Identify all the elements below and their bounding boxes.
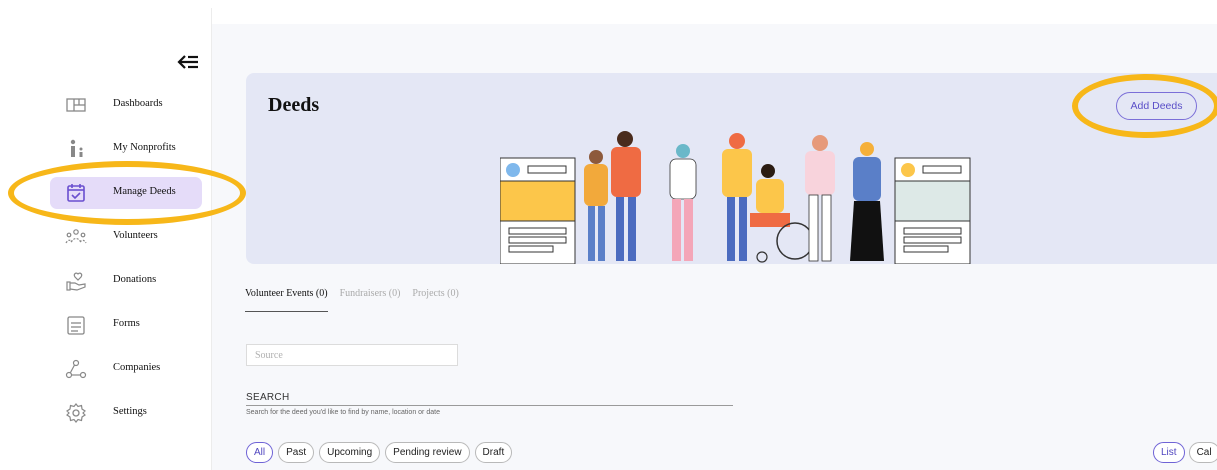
status-filters: All Past Upcoming Pending review Draft [246,442,513,463]
sidebar: Dashboards My Nonprofits Manage Deeds Vo… [50,8,212,470]
sidebar-item-companies[interactable]: Companies [50,353,212,385]
sidebar-item-forms[interactable]: Forms [50,309,212,341]
sidebar-item-label: Settings [113,406,147,417]
nonprofits-icon [70,139,83,157]
deed-type-tabs: Volunteer Events (0) Fundraisers (0) Pro… [245,288,459,312]
page-title: Deeds [268,94,320,116]
sidebar-item-settings[interactable]: Settings [50,397,212,429]
companies-icon [65,359,87,379]
view-list[interactable]: List [1153,442,1185,463]
search-label[interactable]: SEARCH [246,392,289,403]
form-icon [67,316,85,335]
sidebar-item-donations[interactable]: Donations [50,265,212,297]
sidebar-item-label: Forms [113,318,140,329]
donation-hand-icon [66,272,86,291]
filter-pending-review[interactable]: Pending review [385,442,470,463]
sidebar-item-volunteers[interactable]: Volunteers [50,221,212,253]
add-deeds-button[interactable]: Add Deeds [1116,92,1197,120]
volunteers-icon [65,229,87,244]
calendar-check-icon [67,184,85,202]
tab-fundraisers[interactable]: Fundraisers (0) [340,288,401,312]
sidebar-item-label: Donations [113,274,157,285]
source-input[interactable] [246,344,458,366]
dashboard-icon [66,98,86,112]
sidebar-item-label: My Nonprofits [113,142,176,153]
view-calendar[interactable]: Cal [1188,442,1217,463]
search-underline [246,405,733,406]
deeds-hero-banner [246,73,1217,264]
filter-upcoming[interactable]: Upcoming [319,442,381,463]
sidebar-item-manage-deeds[interactable]: Manage Deeds [50,177,202,209]
collapse-sidebar-icon[interactable] [176,53,200,71]
filter-all[interactable]: All [246,442,274,463]
filter-past[interactable]: Past [278,442,315,463]
tab-volunteer-events[interactable]: Volunteer Events (0) [245,288,328,312]
sidebar-item-label: Companies [113,362,161,373]
sidebar-item-my-nonprofits[interactable]: My Nonprofits [50,133,212,165]
search-help-text: Search for the deed you'd like to find b… [246,409,440,416]
tab-projects[interactable]: Projects (0) [412,288,458,312]
sidebar-item-label: Manage Deeds [113,186,176,197]
volunteers-illustration [500,131,971,264]
sidebar-item-dashboards[interactable]: Dashboards [50,89,212,121]
sidebar-item-label: Dashboards [113,98,163,109]
gear-icon [66,403,86,423]
filter-draft[interactable]: Draft [474,442,513,463]
sidebar-item-label: Volunteers [113,230,158,241]
view-toggle: List Cal [1153,442,1217,463]
